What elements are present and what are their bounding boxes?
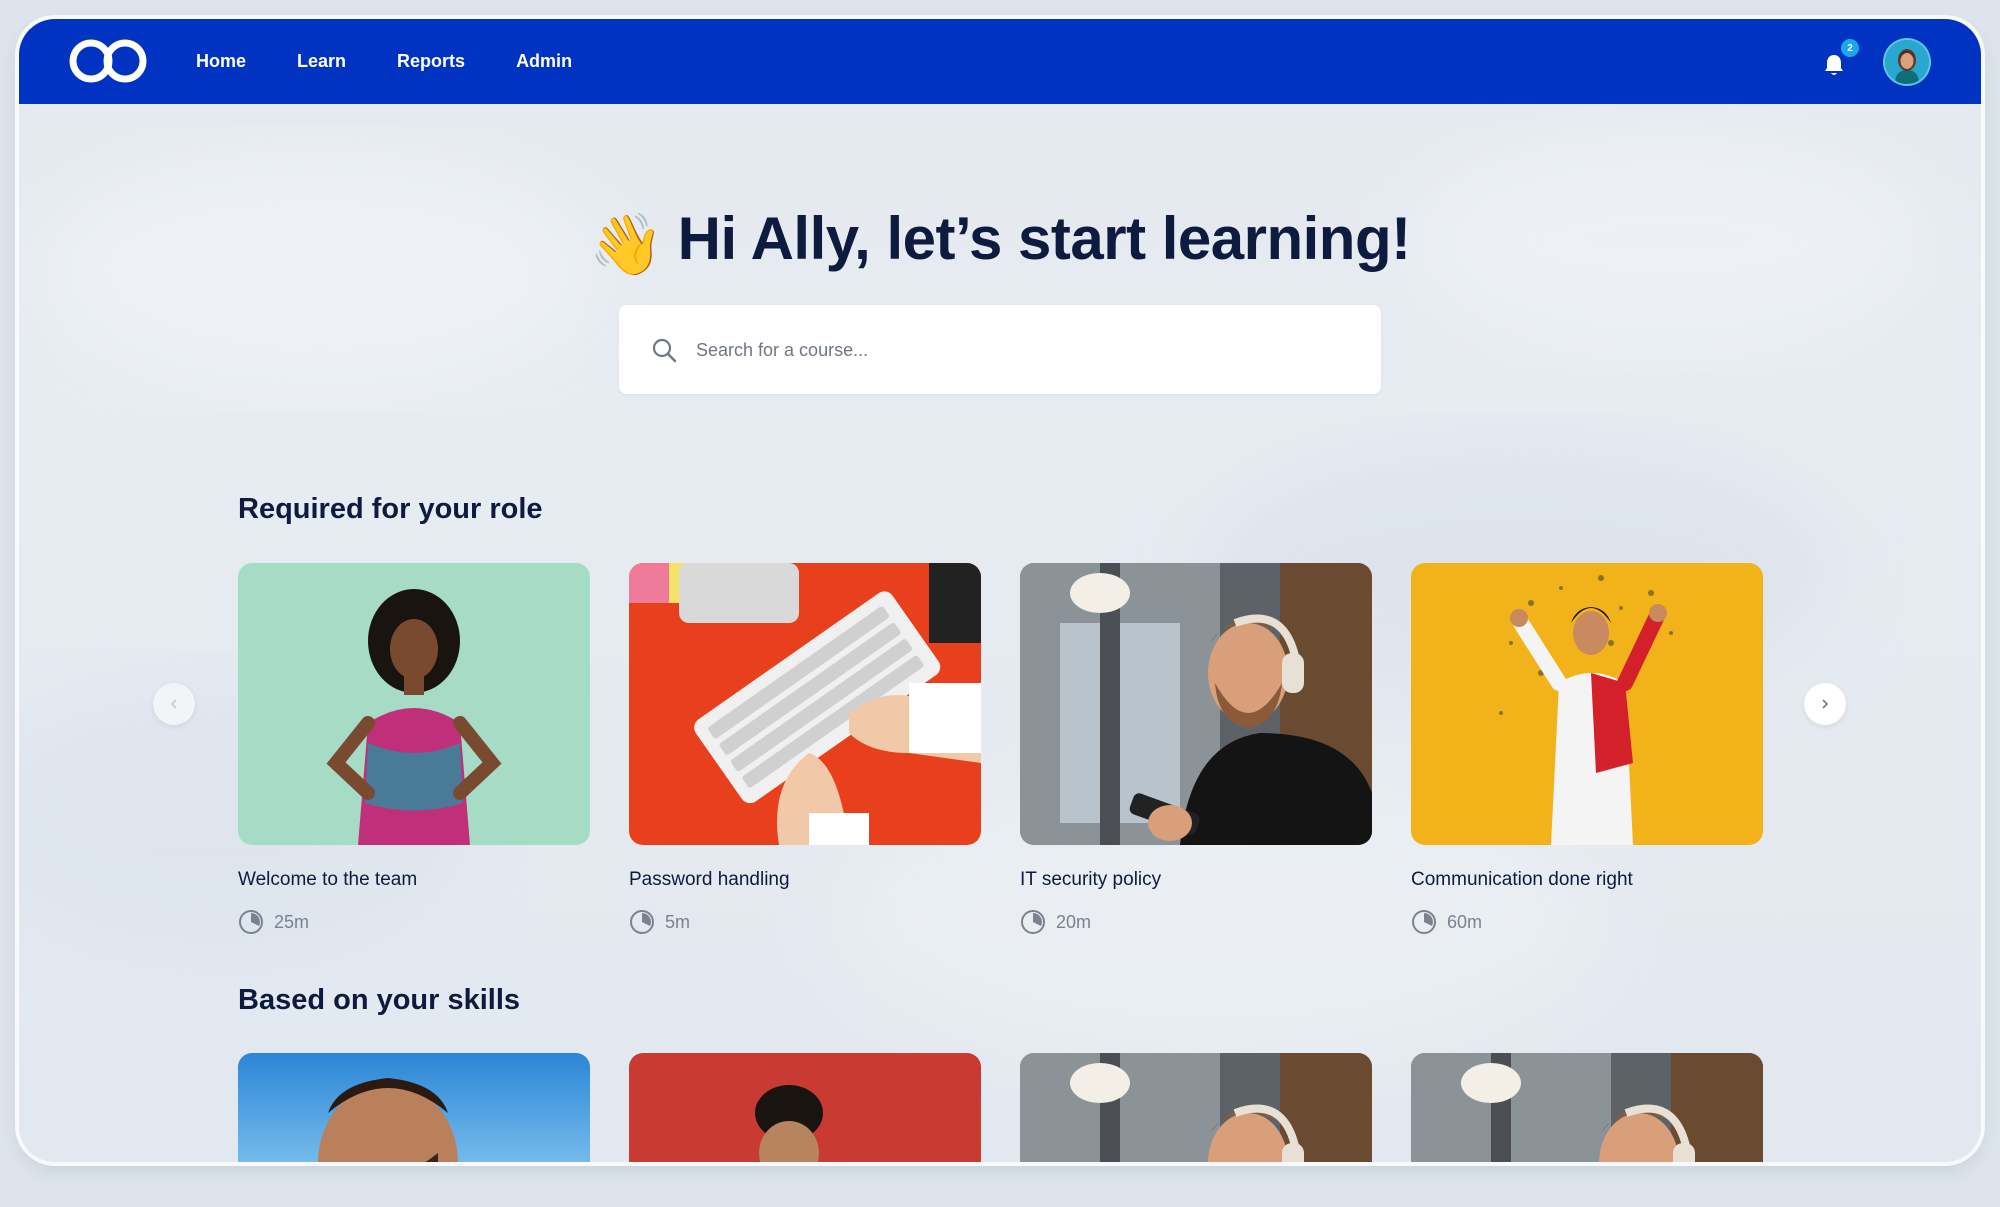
carousel-prev-button[interactable] [153,683,195,725]
course-thumbnail [629,563,981,845]
course-duration-value: 60m [1447,911,1483,932]
course-duration-value: 5m [665,911,691,932]
course-card[interactable]: Password handling 5m [629,563,981,935]
course-title: Communication done right [1411,869,1633,890]
top-navigation-bar: Home Learn Reports Admin 2 [19,19,1981,104]
course-title: Welcome to the team [238,869,418,890]
course-card[interactable] [238,1053,590,1162]
clock-icon [239,910,263,934]
nav-home[interactable]: Home [196,51,246,72]
course-card[interactable] [1411,1053,1763,1162]
course-thumbnail [1411,563,1763,845]
section-title-skills: Based on your skills [238,984,521,1016]
course-thumbnail [629,1053,981,1162]
course-card[interactable] [1020,1053,1372,1162]
course-thumbnail [1411,1053,1763,1162]
course-duration-value: 20m [1056,911,1092,932]
bell-icon[interactable] [1823,53,1845,77]
chevron-right-icon [1822,699,1829,709]
nav-learn[interactable]: Learn [297,51,346,72]
course-card[interactable]: IT security policy 20m [1020,563,1372,935]
welcome-text: Hi Ally, let’s start learning! [677,205,1411,272]
course-title: Password handling [629,869,790,890]
course-thumbnail [1020,1053,1372,1162]
course-title: IT security policy [1020,869,1162,890]
clock-icon [1412,910,1436,934]
course-duration: 25m [238,909,590,935]
clock-icon [1021,910,1045,934]
waving-hand-icon: 👋 [589,211,664,278]
course-card[interactable]: Communication done right 60m [1411,563,1763,935]
course-duration: 60m [1411,909,1763,935]
chevron-left-icon [170,699,177,709]
search-input[interactable] [694,305,1358,396]
course-duration: 5m [629,909,981,935]
main-nav: Home Learn Reports Admin [196,19,623,104]
notification-badge: 2 [1841,39,1859,57]
search-icon [652,338,677,363]
nav-admin[interactable]: Admin [516,51,572,72]
course-duration-value: 25m [274,911,310,932]
app-window: Home Learn Reports Admin 2 👋 Hi Ally, let… [19,19,1981,1162]
clock-icon [630,910,654,934]
user-avatar[interactable] [1885,40,1929,84]
carousel-next-button[interactable] [1804,683,1846,725]
infinity-logo-icon[interactable] [69,36,147,86]
welcome-heading: 👋 Hi Ally, let’s start learning! [19,204,1981,280]
course-search-box [619,305,1381,396]
course-thumbnail [1020,563,1372,845]
course-thumbnail [238,1053,590,1162]
section-title-required: Required for your role [238,493,543,525]
course-thumbnail [238,563,590,845]
course-card[interactable] [629,1053,981,1162]
nav-reports[interactable]: Reports [397,51,465,72]
course-card[interactable]: Welcome to the team 25m [238,563,590,935]
course-duration: 20m [1020,909,1372,935]
